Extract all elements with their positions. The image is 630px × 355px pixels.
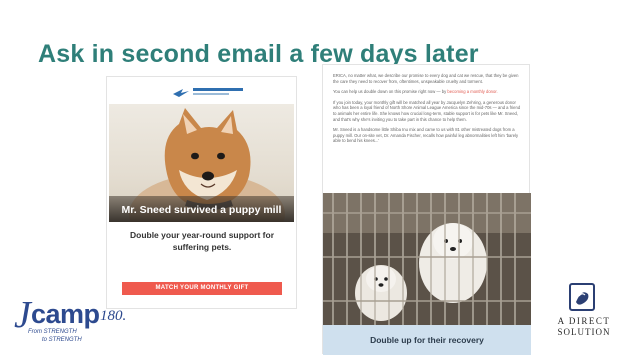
jcamp-logo-camp: camp — [31, 299, 100, 329]
slide: Ask in second email a few days later Mr.… — [0, 0, 630, 355]
email-left-preview: Mr. Sneed survived a puppy mill Double y… — [106, 76, 297, 309]
jcamp-tagline-from: From STRENGTH — [28, 329, 77, 335]
letter-paragraph: ERICA, no matter what, we describe our p… — [333, 73, 519, 84]
recovery-band: Double up for their recovery — [323, 325, 531, 355]
direct-solution-line1: A DIRECT — [557, 316, 611, 326]
animal-league-logo-icon — [173, 88, 243, 97]
direct-solution-mark-icon — [569, 283, 595, 311]
email-right-preview: ERICA, no matter what, we describe our p… — [322, 64, 531, 355]
caged-dogs-photo — [323, 193, 531, 325]
email-body-text: Double your year-round support for suffe… — [129, 230, 275, 252]
caged-dogs-image — [323, 193, 531, 325]
letter-paragraph-text: You can help us double down on this prom… — [333, 89, 447, 95]
letter-paragraph: You can help us double down on this prom… — [333, 89, 521, 95]
match-gift-button[interactable]: MATCH YOUR MONTHLY GIFT — [122, 282, 282, 295]
direct-solution-line2: SOLUTION — [557, 327, 611, 337]
dog-photo: Mr. Sneed survived a puppy mill — [109, 104, 294, 222]
email-letter-text: ERICA, no matter what, we describe our p… — [333, 73, 521, 149]
jcamp-logo-number: 180. — [100, 308, 127, 324]
letter-paragraph: If you join today, your monthly gift wil… — [333, 99, 521, 122]
direct-solution-logo: A DIRECT SOLUTION — [548, 282, 620, 346]
jcamp-tagline-to: to STRENGTH — [42, 337, 82, 343]
letter-paragraph: Mr. Sneed is a handsome little Shiba Inu… — [333, 127, 519, 144]
jcamp-logo: J camp 180. From STRENGTH to STRENGTH — [14, 294, 184, 349]
monthly-donor-link[interactable]: becoming a monthly donor. — [447, 89, 497, 94]
photo-caption: Mr. Sneed survived a puppy mill — [121, 204, 282, 216]
